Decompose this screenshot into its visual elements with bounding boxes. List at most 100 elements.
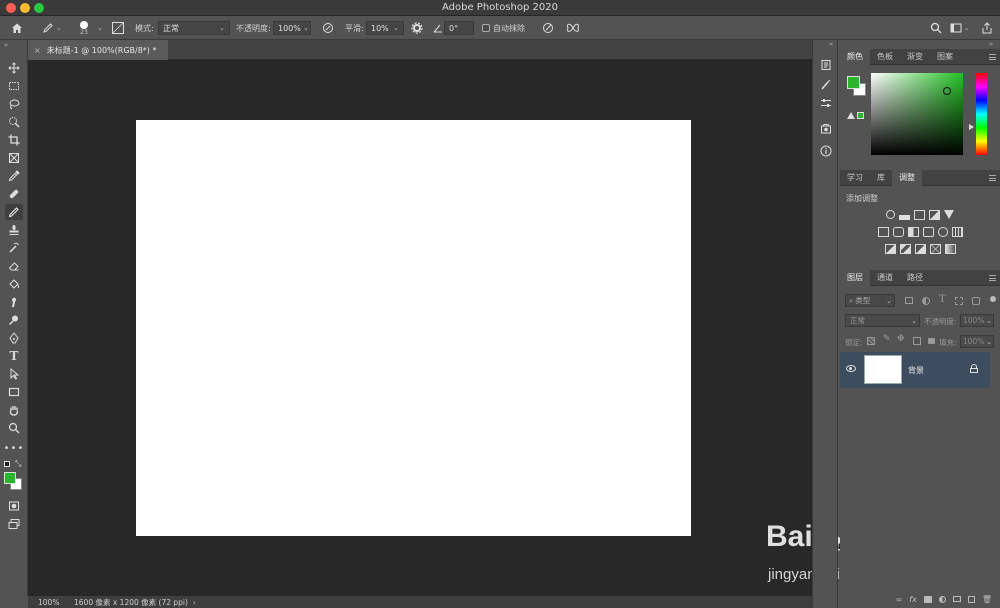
hand-tool[interactable] <box>5 402 23 418</box>
share-button[interactable] <box>981 16 993 40</box>
info-panel-button[interactable] <box>819 144 833 158</box>
new-layer-icon[interactable] <box>967 595 975 603</box>
move-tool[interactable] <box>5 60 23 76</box>
screen-mode-button[interactable] <box>5 516 23 532</box>
lock-transparent-icon[interactable] <box>867 337 875 345</box>
link-layers-icon[interactable]: ∞ <box>896 595 903 604</box>
pencil-tool[interactable] <box>5 204 23 220</box>
tab-patterns[interactable]: 图案 <box>930 49 960 65</box>
tab-paths[interactable]: 路径 <box>900 270 930 286</box>
blend-mode-select[interactable]: 正常 ⌄ <box>845 314 920 327</box>
tab-channels[interactable]: 通道 <box>870 270 900 286</box>
lock-image-icon[interactable]: ✎ <box>883 334 891 344</box>
layer-opacity-input[interactable]: 100% ⌄ <box>960 314 994 327</box>
tool-preset-picker[interactable]: ⌄ <box>42 16 62 40</box>
invert-icon[interactable] <box>884 244 896 254</box>
adjustment-layer-icon[interactable] <box>938 595 946 603</box>
collapse-arrows[interactable]: « <box>829 40 833 48</box>
properties-panel-button[interactable] <box>819 96 833 110</box>
foreground-color-swatch[interactable] <box>4 472 16 484</box>
brush-settings-toggle[interactable] <box>112 16 124 40</box>
color-field[interactable] <box>871 73 963 155</box>
filter-pixel-icon[interactable] <box>905 297 913 304</box>
eraser-tool[interactable] <box>5 258 23 274</box>
angle-input[interactable]: 0° <box>444 16 474 40</box>
workspace-button[interactable]: ⌄ <box>950 16 970 40</box>
selective-color-icon[interactable] <box>929 244 941 254</box>
filter-adjustment-icon[interactable] <box>922 297 930 305</box>
smooth-input[interactable]: 10% ⌄ <box>366 16 404 40</box>
channel-mixer-icon[interactable] <box>937 227 948 237</box>
eye-icon[interactable] <box>846 365 856 372</box>
curves-icon[interactable] <box>914 210 925 220</box>
exposure-icon[interactable] <box>929 210 940 220</box>
path-selection-tool[interactable] <box>5 366 23 382</box>
marquee-tool[interactable] <box>5 78 23 94</box>
posterize-icon[interactable] <box>899 244 911 254</box>
layer-row[interactable]: 背景 <box>840 352 990 388</box>
lock-position-icon[interactable]: ✥ <box>897 334 905 344</box>
lasso-tool[interactable] <box>5 96 23 112</box>
web-safe-swatch[interactable] <box>857 112 864 119</box>
black-white-icon[interactable] <box>907 227 919 237</box>
filter-shape-icon[interactable] <box>955 297 963 305</box>
document-tab[interactable]: × 未标题-1 @ 100%(RGB/8*) * <box>28 40 168 60</box>
brightness-contrast-icon[interactable] <box>886 210 895 219</box>
add-mask-icon[interactable] <box>923 595 932 603</box>
dodge-tool[interactable] <box>5 312 23 328</box>
home-button[interactable] <box>10 16 24 40</box>
blur-tool[interactable] <box>5 294 23 310</box>
lock-all-icon[interactable] <box>928 338 935 344</box>
color-picker-cursor[interactable] <box>943 87 951 95</box>
panel-foreground-swatch[interactable] <box>847 76 860 89</box>
layer-filter-select[interactable]: ⌕ 类型 ⌄ <box>845 294 895 307</box>
panel-menu-icon[interactable] <box>989 275 996 281</box>
type-tool[interactable]: T <box>5 348 23 364</box>
levels-icon[interactable] <box>899 210 910 220</box>
history-panel-button[interactable] <box>819 58 833 72</box>
color-lookup-icon[interactable] <box>951 227 963 237</box>
mode-select[interactable]: 正常 ⌄ <box>158 16 230 40</box>
tab-layers[interactable]: 图层 <box>840 269 870 286</box>
eyedropper-tool[interactable] <box>5 168 23 184</box>
close-icon[interactable]: × <box>34 46 41 55</box>
new-group-icon[interactable] <box>952 596 961 602</box>
layer-style-icon[interactable]: fx <box>909 595 917 604</box>
quick-mask-button[interactable] <box>5 498 23 514</box>
brush-settings-panel-button[interactable] <box>819 78 833 92</box>
cc-libraries-button[interactable] <box>819 122 833 136</box>
pressure-size-toggle[interactable] <box>542 16 554 40</box>
default-colors-icon[interactable] <box>4 461 10 467</box>
history-brush-tool[interactable] <box>5 240 23 256</box>
auto-erase-checkbox[interactable]: 自动抹除 <box>482 16 525 40</box>
tab-learn[interactable]: 学习 <box>840 170 870 186</box>
paint-bucket-tool[interactable] <box>5 276 23 292</box>
photo-filter-icon[interactable] <box>922 227 934 237</box>
color-balance-icon[interactable] <box>892 227 904 237</box>
zoom-level[interactable]: 100% <box>38 598 68 607</box>
pressure-opacity-toggle[interactable] <box>322 16 334 40</box>
panel-collapse-arrows[interactable]: » <box>989 40 993 48</box>
gradient-map-icon[interactable] <box>944 244 956 254</box>
opacity-input[interactable]: 100% ⌄ <box>273 16 311 40</box>
frame-tool[interactable] <box>5 150 23 166</box>
healing-brush-tool[interactable] <box>5 186 23 202</box>
panel-menu-icon[interactable] <box>989 175 996 181</box>
swap-colors-icon[interactable]: ⤡ <box>15 459 21 469</box>
filter-toggle-icon[interactable] <box>990 296 996 302</box>
brush-size-picker[interactable]: 23 <box>80 16 88 40</box>
layer-thumbnail[interactable] <box>864 355 902 384</box>
collapse-arrows[interactable]: » <box>4 41 8 49</box>
canvas-area[interactable]: Bai du 经验 <box>28 60 903 596</box>
document-canvas[interactable] <box>136 120 691 536</box>
tab-adjustments[interactable]: 调整 <box>892 169 922 186</box>
brush-picker-caret[interactable]: ⌄ <box>95 16 103 40</box>
lock-artboard-icon[interactable] <box>913 337 921 345</box>
edit-toolbar-button[interactable]: ••• <box>4 440 24 456</box>
vibrance-icon[interactable] <box>944 210 954 219</box>
layer-name[interactable]: 背景 <box>908 365 924 376</box>
fill-input[interactable]: 100% ⌄ <box>960 335 994 348</box>
tab-gradients[interactable]: 渐变 <box>900 49 930 65</box>
pen-tool[interactable] <box>5 330 23 346</box>
symmetry-button[interactable] <box>566 16 580 40</box>
